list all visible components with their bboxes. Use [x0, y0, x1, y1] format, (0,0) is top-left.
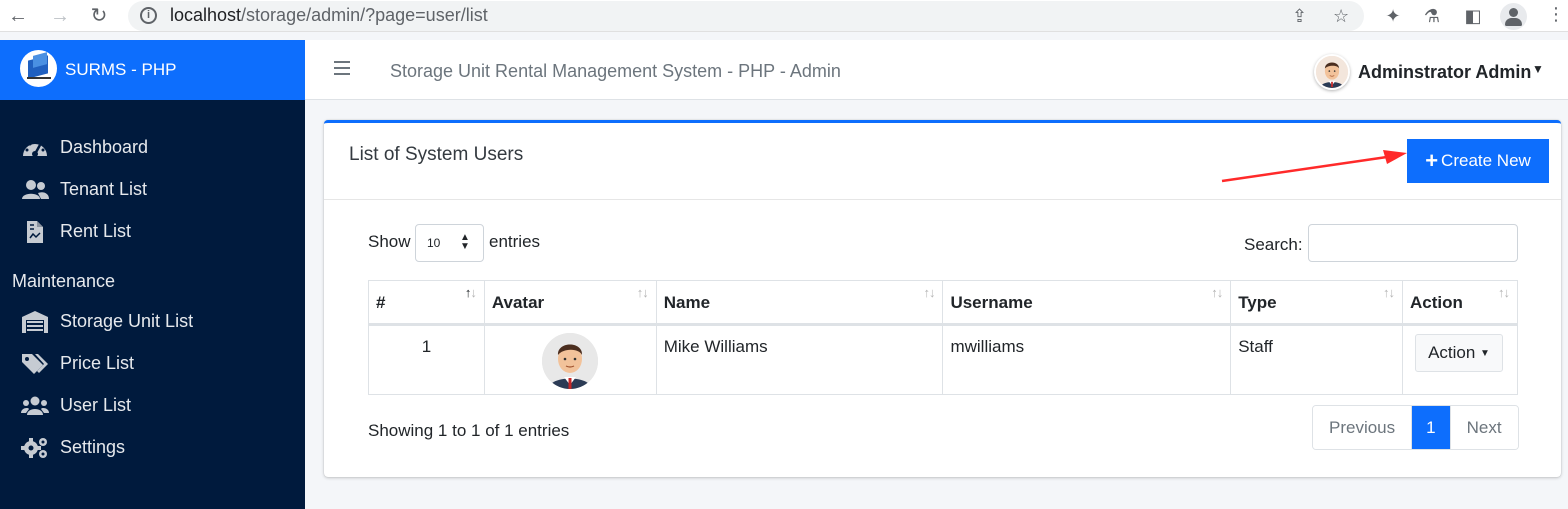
sidebar-item-dashboard[interactable]: Dashboard: [0, 129, 305, 165]
file-invoice-icon: [27, 221, 43, 243]
address-bar[interactable]: i localhost/storage/admin/?page=user/lis…: [128, 1, 1364, 31]
entries-label: entries: [489, 232, 541, 251]
search-input[interactable]: [1308, 224, 1518, 262]
forward-arrow-icon[interactable]: →: [48, 4, 72, 28]
column-header-type[interactable]: Type ↑↓: [1230, 280, 1404, 326]
sort-icon: ↑↓: [923, 285, 935, 300]
column-header-name[interactable]: Name ↑↓: [655, 280, 944, 326]
caret-down-icon: ▼: [1480, 348, 1490, 359]
user-avatar[interactable]: [1314, 54, 1350, 90]
select-updown-icon: ▲ ▼: [460, 232, 470, 252]
url-host: localhost: [170, 5, 242, 25]
users-table: # ↑↓ Avatar ↑↓ Name ↑↓ Username ↑↓ Type ↑↓ Ac…: [368, 280, 1518, 395]
page-1-button[interactable]: 1: [1411, 406, 1450, 449]
sidebar-item-label: User List: [60, 395, 132, 415]
cell-index: 1: [368, 324, 485, 395]
cell-type: Staff: [1230, 324, 1404, 395]
sidebar-item-user-list[interactable]: User List: [0, 387, 305, 423]
system-title: Storage Unit Rental Management System - …: [390, 61, 841, 81]
column-header-label: Username: [950, 293, 1033, 312]
table-header-row: # ↑↓ Avatar ↑↓ Name ↑↓ Username ↑↓ Type ↑↓ Ac…: [368, 280, 1518, 326]
side-panel-icon[interactable]: ◧: [1461, 4, 1485, 28]
sidebar-section-header: Maintenance: [12, 271, 116, 291]
next-page-button[interactable]: Next: [1449, 406, 1518, 449]
hamburger-menu-icon[interactable]: [334, 61, 350, 75]
entries-per-page-select[interactable]: 10 ▲ ▼: [415, 224, 484, 262]
browser-profile-icon[interactable]: [1500, 3, 1527, 30]
users-group-icon: [21, 396, 49, 415]
bookmark-star-icon[interactable]: ☆: [1333, 6, 1349, 27]
column-header-action[interactable]: Action ↑↓: [1402, 280, 1518, 326]
user-avatar-image: [542, 333, 599, 389]
sort-icon: ↑↓: [1211, 285, 1223, 300]
entries-value: 10: [427, 236, 441, 250]
cell-username: mwilliams: [942, 324, 1232, 395]
column-header-label: #: [376, 293, 386, 312]
browser-toolbar: ← → ↻ i localhost/storage/admin/?page=us…: [0, 0, 1568, 32]
cell-name: Mike Williams: [655, 324, 944, 395]
caret-down-icon[interactable]: ▼: [1532, 62, 1544, 76]
gears-icon: [21, 438, 47, 458]
previous-page-button[interactable]: Previous: [1313, 406, 1412, 449]
url-path: /storage/admin/?page=user/list: [241, 5, 488, 25]
showing-entries-info: Showing 1 to 1 of 1 entries: [368, 421, 570, 440]
sidebar-item-label: Rent List: [60, 221, 132, 241]
top-navbar: Storage Unit Rental Management System - …: [305, 40, 1568, 100]
sidebar-item-label: Tenant List: [60, 179, 148, 199]
back-arrow-icon[interactable]: ←: [6, 4, 30, 28]
create-new-label: Create New: [1441, 151, 1531, 170]
brand-title: SURMS - PHP: [65, 60, 177, 79]
tags-icon: [22, 354, 48, 374]
search-label: Search:: [1244, 235, 1303, 254]
site-info-icon[interactable]: i: [140, 7, 157, 24]
annotation-arrow: [1221, 150, 1407, 183]
sidebar-item-label: Settings: [60, 437, 126, 457]
sort-asc-icon: ↑↓: [464, 285, 477, 300]
column-header-username[interactable]: Username ↑↓: [942, 280, 1232, 326]
column-header-avatar[interactable]: Avatar ↑↓: [483, 280, 657, 326]
share-icon[interactable]: ⇪: [1292, 6, 1307, 27]
create-new-button[interactable]: + Create New: [1407, 139, 1549, 183]
sidebar-item-label: Dashboard: [60, 137, 149, 157]
pagination: Previous 1 Next: [1312, 405, 1519, 450]
sidebar-item-label: Storage Unit List: [60, 311, 194, 331]
extensions-puzzle-icon[interactable]: ✦: [1381, 4, 1405, 28]
action-label: Action: [1428, 343, 1476, 362]
sidebar-item-price-list[interactable]: Price List: [0, 345, 305, 381]
sidebar: SURMS - PHP Dashboard Tenant List Rent L…: [0, 40, 305, 509]
show-label: Show: [368, 232, 411, 251]
warehouse-icon: [22, 311, 48, 333]
column-header-label: Avatar: [491, 293, 545, 312]
reload-icon[interactable]: ↻: [87, 4, 111, 28]
column-header-label: Action: [1410, 293, 1463, 312]
sidebar-item-storage-unit-list[interactable]: Storage Unit List: [0, 303, 305, 339]
sidebar-item-settings[interactable]: Settings: [0, 429, 305, 465]
sort-icon: ↑↓: [1498, 285, 1510, 300]
cell-action: Action ▼: [1402, 324, 1518, 395]
sidebar-item-tenant-list[interactable]: Tenant List: [0, 171, 305, 207]
users-icon: [22, 180, 49, 199]
brand-logo: [20, 50, 57, 87]
sort-icon: ↑↓: [1383, 285, 1395, 300]
table-row: 1 Mike Williams mwilliams Staff Action ▼: [368, 324, 1518, 395]
plus-icon: +: [1425, 148, 1439, 173]
card-title: List of System Users: [349, 144, 524, 165]
column-header-label: Type: [1238, 293, 1277, 312]
sort-icon: ↑↓: [636, 285, 649, 300]
column-header-label: Name: [663, 293, 711, 312]
labs-flask-icon[interactable]: ⚗: [1420, 4, 1444, 28]
action-dropdown-button[interactable]: Action ▼: [1415, 334, 1504, 372]
sidebar-item-label: Price List: [60, 353, 135, 373]
tachometer-icon: [23, 139, 47, 157]
sidebar-item-rent-list[interactable]: Rent List: [0, 213, 305, 249]
brand-bar[interactable]: SURMS - PHP: [0, 40, 305, 100]
cell-avatar: [483, 324, 657, 395]
browser-menu-icon[interactable]: ⋮: [1547, 4, 1565, 25]
column-header-index[interactable]: # ↑↓: [368, 280, 485, 326]
user-menu-name[interactable]: Adminstrator Admin: [1358, 62, 1531, 83]
url-text: localhost/storage/admin/?page=user/list: [170, 5, 488, 26]
